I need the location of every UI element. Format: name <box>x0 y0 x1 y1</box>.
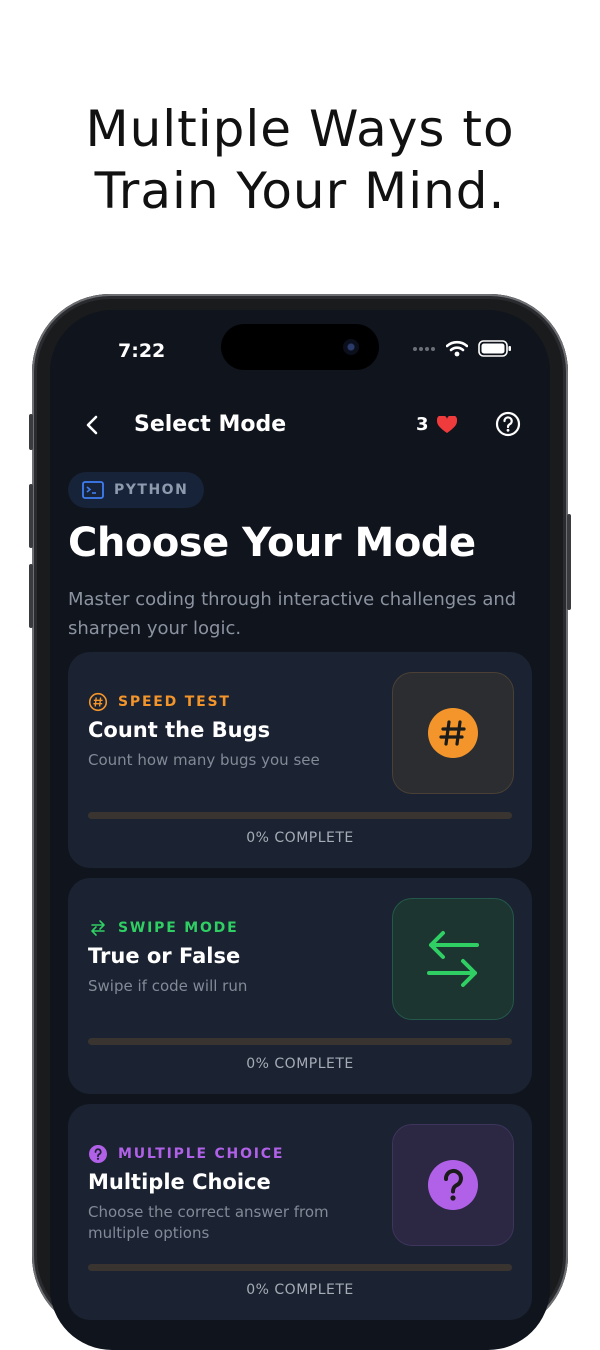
mode-description: Swipe if code will run <box>88 977 248 995</box>
power-button <box>567 514 571 610</box>
progress-track <box>88 1264 512 1271</box>
mode-icon-tile <box>392 672 514 794</box>
mode-tag: SWIPE MODE <box>88 918 238 938</box>
nav-bar: Select Mode 3 <box>50 402 550 458</box>
mode-tag-label: SWIPE MODE <box>118 920 239 936</box>
battery-icon <box>478 340 511 357</box>
nav-title: Select Mode <box>134 412 287 437</box>
terminal-icon <box>82 481 104 499</box>
mode-card-speed-test[interactable]: SPEED TEST Count the Bugs Count how many… <box>68 652 532 868</box>
mode-tag: SPEED TEST <box>88 692 231 712</box>
page-title: Choose Your Mode <box>68 520 476 566</box>
language-badge[interactable]: PYTHON <box>68 472 205 508</box>
action-button <box>29 414 33 450</box>
wifi-icon <box>446 340 468 357</box>
progress-track <box>88 812 512 819</box>
mode-icon-tile <box>392 898 514 1020</box>
hash-icon <box>428 708 478 758</box>
heart-icon <box>436 415 457 433</box>
swap-small-icon <box>91 920 105 936</box>
dynamic-island <box>221 324 379 370</box>
volume-down-button <box>29 564 33 628</box>
mode-tag: MULTIPLE CHOICE <box>88 1144 284 1164</box>
volume-up-button <box>29 484 33 548</box>
headline-line-1: Multiple Ways to <box>85 100 515 158</box>
help-circle-icon[interactable] <box>494 410 522 438</box>
language-label: PYTHON <box>114 482 189 498</box>
progress-label: 0% COMPLETE <box>246 1282 354 1298</box>
question-icon <box>428 1160 478 1210</box>
promo-headline: Multiple Ways to Train Your Mind. <box>0 98 600 222</box>
progress-label: 0% COMPLETE <box>246 830 354 846</box>
camera-icon <box>343 339 359 355</box>
app-screen: 7:22 Select Mode 3 PYTHON Choose Your Mo… <box>50 310 550 1350</box>
mode-title: True or False <box>88 944 241 968</box>
lives-counter: 3 <box>416 414 457 435</box>
hash-circle-icon <box>88 692 108 712</box>
mode-description: Choose the correct answer from multiple … <box>88 1203 329 1242</box>
mode-tag-label: MULTIPLE CHOICE <box>118 1146 285 1162</box>
swap-arrows-icon <box>427 931 479 987</box>
mode-description: Count how many bugs you see <box>88 751 320 769</box>
mode-card-multiple-choice[interactable]: MULTIPLE CHOICE Multiple Choice Choose t… <box>68 1104 532 1320</box>
mode-tag-label: SPEED TEST <box>118 694 231 710</box>
progress-label: 0% COMPLETE <box>246 1056 354 1072</box>
mode-title: Multiple Choice <box>88 1170 271 1194</box>
mode-icon-tile <box>392 1124 514 1246</box>
chevron-left-icon[interactable] <box>80 412 106 438</box>
page-subtitle: Master coding through interactive challe… <box>68 589 517 639</box>
phone-frame: 7:22 Select Mode 3 PYTHON Choose Your Mo… <box>29 294 571 1350</box>
status-icons <box>412 340 512 357</box>
mode-title: Count the Bugs <box>88 718 271 742</box>
headline-line-2: Train Your Mind. <box>94 162 506 220</box>
mode-card-swipe[interactable]: SWIPE MODE True or False Swipe if code w… <box>68 878 532 1094</box>
status-time: 7:22 <box>118 340 166 362</box>
lives-count: 3 <box>416 414 429 435</box>
signal-dots-icon <box>413 346 435 351</box>
progress-track <box>88 1038 512 1045</box>
question-small-icon <box>89 1145 107 1163</box>
